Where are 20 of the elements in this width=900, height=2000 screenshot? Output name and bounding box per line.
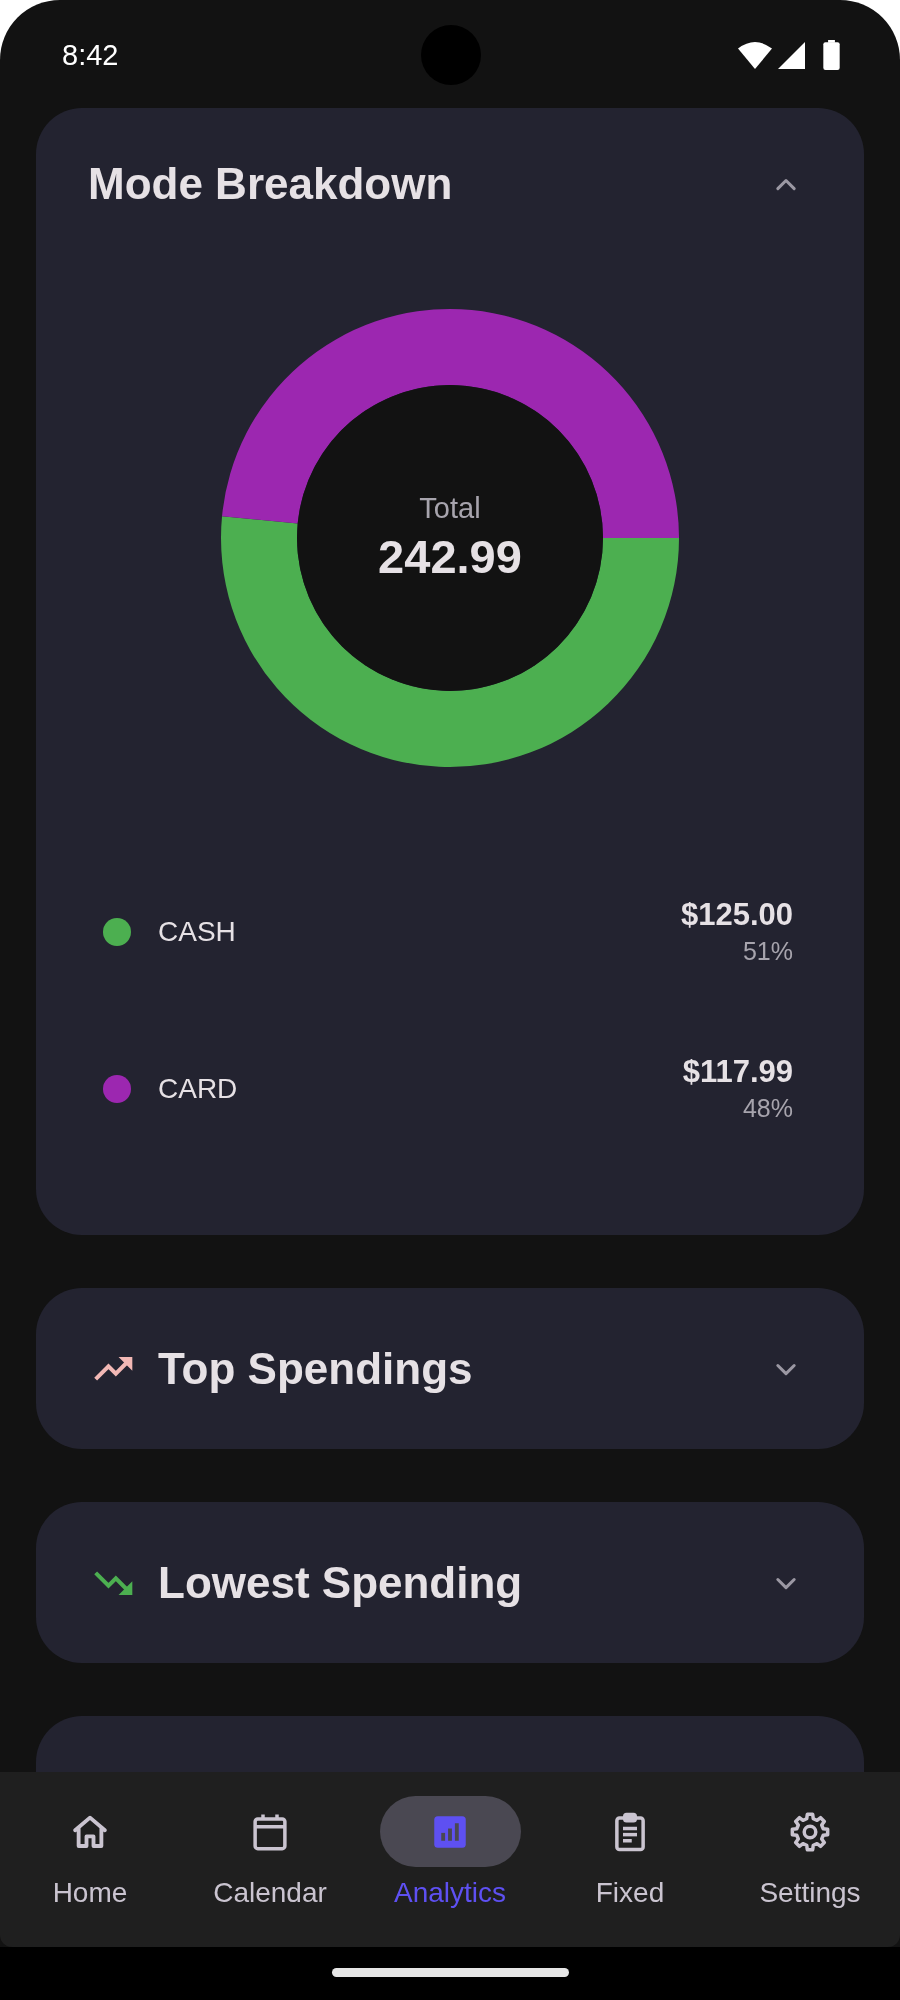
legend-percent: 51% (742, 936, 793, 967)
section-title: Mode Breakdown (88, 158, 453, 210)
status-time: 8:42 (62, 38, 119, 73)
nav-tab[interactable]: Home (19, 1796, 161, 1910)
nav-tab[interactable]: Settings (739, 1796, 881, 1910)
wifi-icon (738, 41, 772, 69)
battery-icon (823, 40, 840, 70)
legend-percent: 48% (742, 1093, 793, 1124)
legend-amount: $125.00 (680, 896, 793, 934)
total-label: Total (419, 491, 481, 525)
legend-amount: $117.99 (682, 1053, 793, 1091)
legend-label: CASH (158, 916, 236, 948)
legend-label: CARD (158, 1073, 238, 1105)
signal-icon (778, 41, 805, 69)
section-title: Lowest Spending (158, 1556, 523, 1609)
nav-tab[interactable]: Fixed (559, 1796, 701, 1910)
total-value: 242.99 (378, 529, 522, 585)
settings-icon (789, 1810, 831, 1853)
nav-tab[interactable]: Calendar (199, 1796, 341, 1910)
section-title: Top Spendings (158, 1342, 473, 1395)
